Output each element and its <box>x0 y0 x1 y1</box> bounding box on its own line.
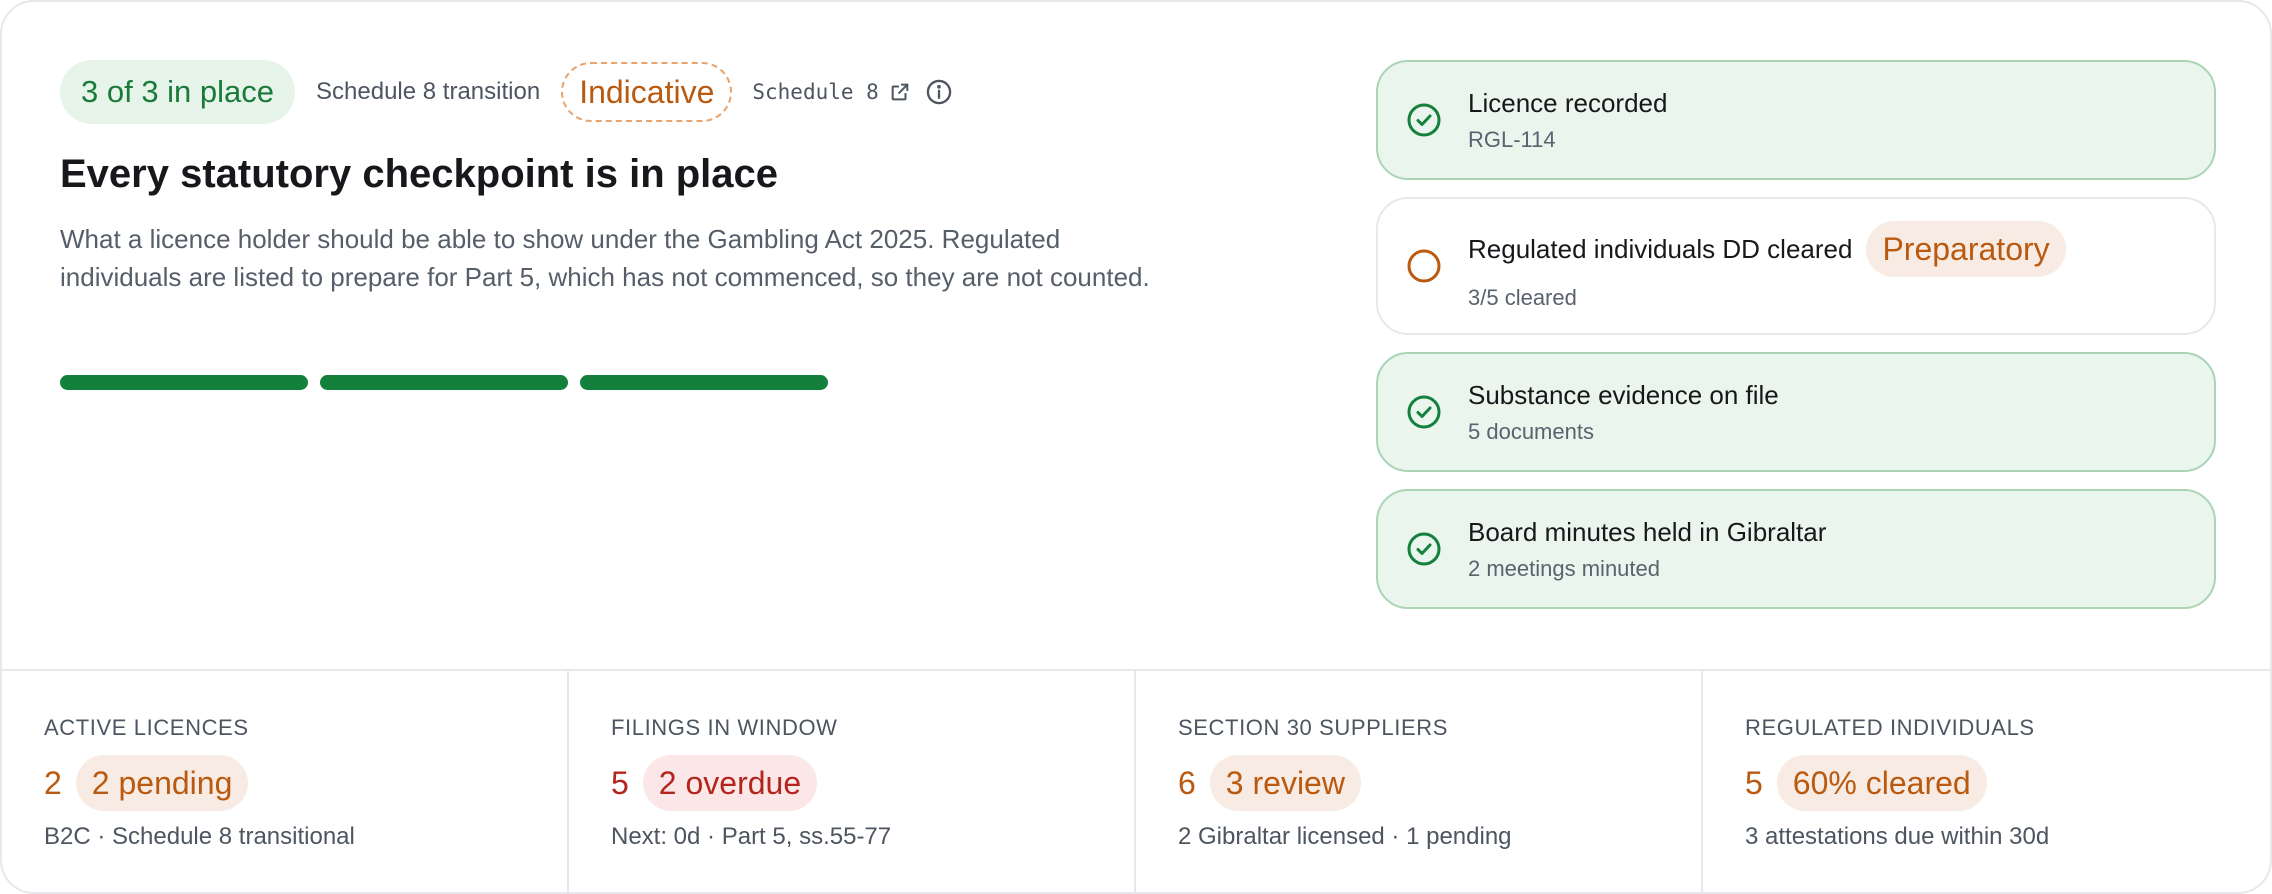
checklist-detail: 5 documents <box>1468 418 1594 444</box>
stat-note: B2C · Schedule 8 transitional <box>44 823 355 850</box>
stat-value: 2 <box>44 764 62 801</box>
stat-badge: 2 overdue <box>642 755 818 811</box>
stat-value: 5 <box>611 764 629 801</box>
stat-label: FILINGS IN WINDOW <box>611 715 838 740</box>
checklist-item-substance-evidence: Substance evidence on file 5 documents <box>1376 352 2216 472</box>
checklist-item-regulated-individuals: Regulated individuals DD cleared Prepara… <box>1376 197 2216 335</box>
checkpoint-summary: 3 of 3 in place Schedule 8 transition In… <box>2 2 2270 670</box>
stat-label: SECTION 30 SUPPLIERS <box>1178 715 1448 740</box>
check-circle-icon <box>1407 395 1441 429</box>
schedule-link-label: Schedule 8 <box>752 80 879 104</box>
stat-note: Next: 0d · Part 5, ss.55-77 <box>611 823 892 850</box>
indicative-tag: Indicative <box>561 62 733 122</box>
stat-badge: 3 review <box>1209 755 1361 811</box>
summary-description: What a licence holder should be able to … <box>60 224 1150 292</box>
checklist-detail: 2 meetings minuted <box>1468 555 1660 581</box>
external-link-icon <box>891 83 909 101</box>
compliance-card: 3 of 3 in place Schedule 8 transition In… <box>0 0 2272 894</box>
stats-row: ACTIVE LICENCES 2 2 pending B2C · Schedu… <box>2 669 2270 892</box>
stat-note: 2 Gibraltar licensed · 1 pending <box>1178 823 1512 850</box>
preparatory-tag: Preparatory <box>1866 221 2066 277</box>
checklist-item-board-minutes: Board minutes held in Gibraltar 2 meetin… <box>1376 489 2216 609</box>
checklist-detail: 3/5 cleared <box>1468 285 1577 310</box>
info-icon[interactable] <box>925 78 953 106</box>
checklist-label: Substance evidence on file <box>1468 379 1779 410</box>
header-meta: 3 of 3 in place Schedule 8 transition In… <box>60 60 953 124</box>
checklist: Licence recorded RGL-114 Regulated indiv… <box>1376 60 2216 626</box>
progress-segment <box>580 375 828 390</box>
stat-value: 6 <box>1178 764 1196 801</box>
stat-filings-in-window[interactable]: FILINGS IN WINDOW 5 2 overdue Next: 0d ·… <box>569 671 1136 892</box>
checklist-item-licence: Licence recorded RGL-114 <box>1376 60 2216 180</box>
checkpoint-progress-bar <box>60 375 840 390</box>
stat-badge: 2 pending <box>75 755 249 811</box>
checklist-label: Licence recorded <box>1468 87 1668 118</box>
stat-badge: 60% cleared <box>1776 755 1987 811</box>
progress-segment <box>320 375 568 390</box>
stat-value: 5 <box>1745 764 1763 801</box>
context-label: Schedule 8 transition <box>316 78 541 105</box>
check-circle-icon <box>1407 103 1441 137</box>
checklist-label: Board minutes held in Gibraltar <box>1468 516 1827 547</box>
status-pill: 3 of 3 in place <box>60 60 296 124</box>
stat-note: 3 attestations due within 30d <box>1745 823 2050 850</box>
stat-active-licences[interactable]: ACTIVE LICENCES 2 2 pending B2C · Schedu… <box>2 671 569 892</box>
checklist-label: Regulated individuals DD cleared <box>1468 233 1853 264</box>
empty-circle-icon <box>1407 249 1441 283</box>
stat-label: REGULATED INDIVIDUALS <box>1745 715 2035 740</box>
checklist-detail: RGL-114 <box>1468 126 1556 152</box>
check-circle-icon <box>1407 532 1441 566</box>
stat-label: ACTIVE LICENCES <box>44 715 249 740</box>
stat-regulated-individuals[interactable]: REGULATED INDIVIDUALS 5 60% cleared 3 at… <box>1703 671 2270 892</box>
stat-section-30-suppliers[interactable]: SECTION 30 SUPPLIERS 6 3 review 2 Gibral… <box>1136 671 1703 892</box>
schedule-link[interactable]: Schedule 8 <box>752 80 910 104</box>
page-title: Every statutory checkpoint is in place <box>60 152 779 196</box>
progress-segment <box>60 375 308 390</box>
